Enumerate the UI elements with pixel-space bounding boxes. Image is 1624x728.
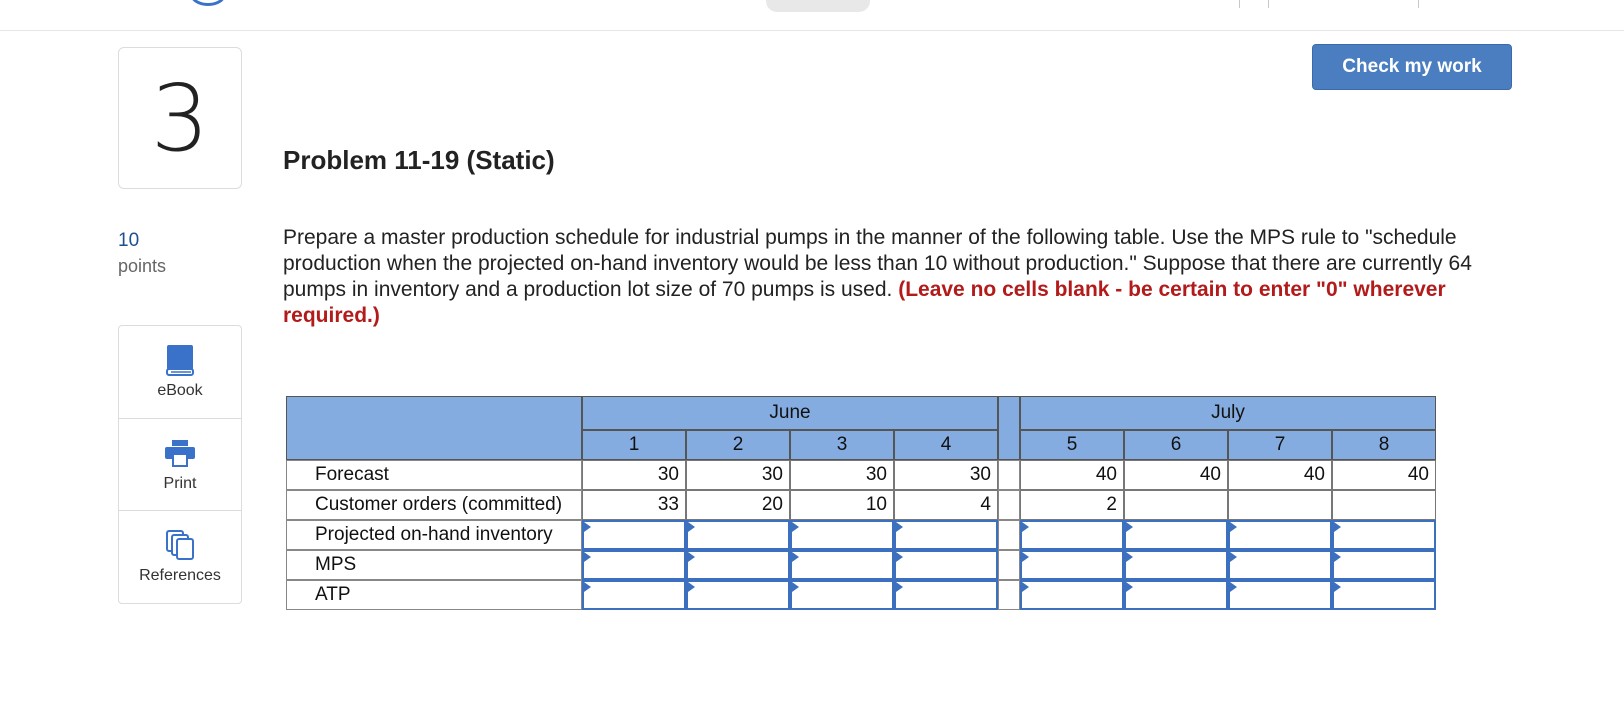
table-value: 20 [686,490,790,520]
row-label: Forecast [286,460,582,490]
table-value: 40 [1020,460,1124,490]
table-header-corner [286,396,582,460]
week-header: 1 [582,430,686,460]
month-separator-cell [998,460,1020,490]
documents-icon [166,530,194,560]
answer-input[interactable] [1332,520,1436,550]
book-icon [166,345,194,376]
month-separator-cell [998,520,1020,550]
mps-table: June July 1 2 3 4 5 6 7 8 Forecast 30 30 30 30 40 40 40 40… [286,396,1436,616]
row-label: ATP [286,580,582,610]
answer-input[interactable] [582,550,686,580]
problem-title: Problem 11-19 (Static) [283,145,555,175]
answer-input[interactable] [1020,550,1124,580]
answer-input[interactable] [1228,580,1332,610]
points-value: 10 [118,230,140,251]
answer-input[interactable] [894,520,998,550]
table-value: 2 [1020,490,1124,520]
table-value: 40 [1228,460,1332,490]
answer-input[interactable] [1020,580,1124,610]
table-value: 30 [790,460,894,490]
answer-input[interactable] [1228,520,1332,550]
table-value [1228,490,1332,520]
answer-input[interactable] [894,580,998,610]
week-header: 5 [1020,430,1124,460]
print-label: Print [163,475,197,492]
week-header: 3 [790,430,894,460]
answer-input[interactable] [582,580,686,610]
row-label: Customer orders (committed) [286,490,582,520]
points-label: points [118,256,167,276]
nav-divider [1239,0,1240,8]
problem-prompt: Prepare a master production schedule for… [283,225,1513,329]
table-value: 40 [1332,460,1436,490]
answer-input[interactable] [1124,550,1228,580]
references-button[interactable]: References [119,510,241,602]
answer-input[interactable] [1124,580,1228,610]
nav-divider [1418,0,1419,8]
question-number-card: 3 [118,47,242,189]
table-value [1124,490,1228,520]
answer-input[interactable] [1020,520,1124,550]
question-number: 3 [150,64,210,172]
row-label: MPS [286,550,582,580]
answer-input[interactable] [790,550,894,580]
question-tools-panel: eBook Print References [118,325,242,604]
answer-input[interactable] [1332,580,1436,610]
row-label: Projected on-hand inventory [286,520,582,550]
ebook-label: eBook [157,382,203,399]
table-value: 33 [582,490,686,520]
week-header: 7 [1228,430,1332,460]
table-value: 40 [1124,460,1228,490]
answer-input[interactable] [582,520,686,550]
table-value: 30 [686,460,790,490]
week-header: 2 [686,430,790,460]
ebook-button[interactable]: eBook [119,326,241,418]
month-header: June [582,396,998,430]
week-header: 4 [894,430,998,460]
answer-input[interactable] [790,580,894,610]
nav-pill-button[interactable] [766,0,870,12]
printer-icon [165,440,195,467]
table-value: 30 [894,460,998,490]
print-button[interactable]: Print [119,418,241,510]
answer-input[interactable] [686,550,790,580]
month-separator [998,396,1020,460]
month-separator-cell [998,490,1020,520]
answer-input[interactable] [686,580,790,610]
table-value: 4 [894,490,998,520]
top-navigation-bar [0,0,1624,31]
answer-input[interactable] [1124,520,1228,550]
month-header: July [1020,396,1436,430]
month-separator-cell [998,550,1020,580]
answer-input[interactable] [1228,550,1332,580]
table-value: 10 [790,490,894,520]
nav-divider [1268,0,1269,8]
week-header: 8 [1332,430,1436,460]
answer-input[interactable] [686,520,790,550]
answer-input[interactable] [1332,550,1436,580]
month-separator-cell [998,580,1020,610]
answer-input[interactable] [894,550,998,580]
answer-input[interactable] [790,520,894,550]
check-my-work-button[interactable]: Check my work [1312,44,1512,90]
progress-ring-icon[interactable] [190,0,226,6]
table-value: 30 [582,460,686,490]
table-value [1332,490,1436,520]
references-label: References [139,567,221,584]
week-header: 6 [1124,430,1228,460]
